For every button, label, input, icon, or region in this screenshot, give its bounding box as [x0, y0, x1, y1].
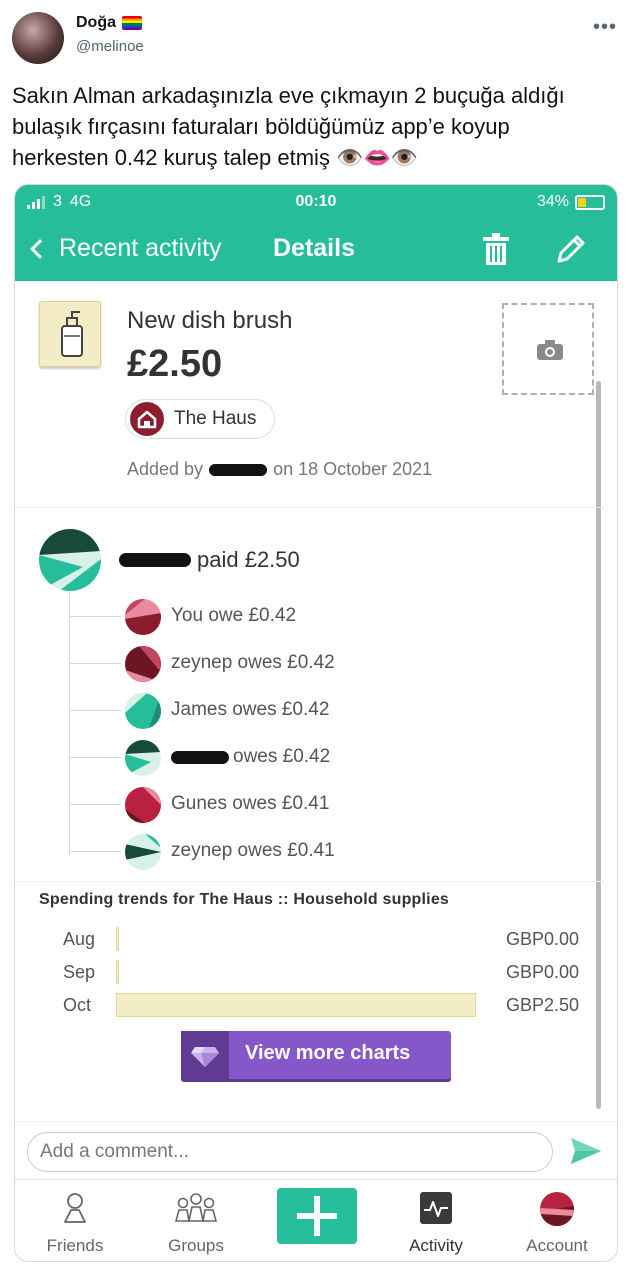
trend-month: Sep [63, 962, 96, 982]
gem-icon [181, 1031, 229, 1079]
user-handle[interactable]: @melinoe [76, 38, 144, 55]
house-icon [130, 402, 164, 436]
page-title: Details [273, 234, 355, 262]
tab-label: Groups [168, 1236, 224, 1255]
tab-label: Friends [46, 1236, 104, 1255]
spending-trends-title: Spending trends for The Haus :: Househol… [39, 891, 450, 908]
person-icon [64, 1193, 86, 1223]
owe-text: zeynep owes £0.41 [171, 840, 335, 861]
payer-avatar[interactable] [39, 529, 101, 591]
category-icon [39, 301, 101, 367]
trend-value: GBP0.00 [505, 962, 579, 982]
payer-line: paid £2.50 [119, 547, 300, 573]
battery-percent: 34% [536, 193, 569, 210]
battery-icon [575, 194, 605, 210]
trend-row: Aug GBP0.00 [39, 925, 579, 953]
more-options-icon[interactable]: ••• [593, 16, 617, 39]
added-by-line: Added by on 18 October 2021 [127, 459, 432, 480]
soap-bottle-icon [61, 311, 83, 357]
group-name: The Haus [174, 408, 257, 429]
divider [15, 507, 605, 508]
group-icon [174, 1193, 218, 1222]
owe-text: owes £0.42 [233, 746, 331, 767]
owe-text: James owes £0.42 [171, 699, 330, 720]
member-avatar [125, 646, 161, 682]
member-avatar [125, 834, 161, 870]
tab-label: Account [526, 1236, 588, 1255]
expense-amount: £2.50 [127, 343, 223, 385]
member-avatar [125, 740, 161, 776]
owe-row[interactable]: owes £0.42 [69, 738, 469, 778]
trend-bar [116, 927, 119, 951]
owe-text: Gunes owes £0.41 [171, 793, 330, 814]
top-nav-bar: Recent activity Details [15, 219, 617, 281]
camera-icon [537, 340, 563, 360]
owe-row[interactable]: You owe £0.42 [69, 597, 469, 637]
group-badge[interactable]: The Haus [125, 399, 275, 439]
trend-value: GBP0.00 [505, 929, 579, 949]
send-icon[interactable] [569, 1136, 603, 1166]
tab-label: Activity [409, 1236, 463, 1255]
user-avatar[interactable] [12, 12, 64, 64]
trend-row: Sep GBP0.00 [39, 958, 579, 986]
clock: 00:10 [295, 193, 337, 210]
tweet-text: Sakın Alman arkadaşınızla eve çıkmayın 2… [12, 83, 565, 170]
trend-value: GBP2.50 [505, 995, 579, 1015]
bottom-tab-bar: Friends Groups Activity Account [15, 1179, 617, 1261]
owe-row[interactable]: Gunes owes £0.41 [69, 785, 469, 825]
trend-bar [116, 960, 119, 984]
display-name-row[interactable]: Doğa [76, 14, 142, 32]
view-more-charts-button[interactable]: View more charts [181, 1031, 451, 1079]
tab-activity[interactable]: Activity [376, 1180, 496, 1261]
rainbow-flag-icon [122, 16, 142, 30]
scrollbar[interactable] [596, 381, 601, 1109]
app-screenshot: 3 4G 00:10 34% Recent activity Details N… [14, 184, 618, 1262]
redacted-name [171, 750, 229, 764]
tab-friends[interactable]: Friends [15, 1180, 135, 1261]
expense-name: New dish brush [127, 307, 293, 334]
chevron-left-icon [30, 238, 50, 259]
account-avatar [540, 1192, 574, 1226]
member-avatar [125, 599, 161, 635]
trend-row: Oct GBP2.50 [39, 991, 579, 1019]
tweet-header: Doğa @melinoe ••• [0, 0, 635, 70]
plus-icon [297, 1196, 337, 1236]
trash-icon[interactable] [483, 233, 509, 265]
status-bar: 3 4G 00:10 34% [15, 185, 617, 219]
redacted-name [209, 463, 268, 476]
activity-icon [420, 1192, 452, 1224]
divider [15, 881, 605, 882]
add-receipt-photo[interactable] [502, 303, 594, 395]
owe-row[interactable]: zeynep owes £0.41 [69, 832, 469, 872]
owe-line: owes £0.42 [171, 746, 330, 768]
comment-bar: Add a comment... [15, 1121, 617, 1179]
edit-icon[interactable] [555, 233, 587, 265]
added-by-label: Added by [127, 459, 204, 479]
tab-account[interactable]: Account [497, 1180, 617, 1261]
redacted-name [119, 553, 191, 567]
added-date: on 18 October 2021 [273, 459, 433, 479]
payer-text: paid £2.50 [197, 547, 300, 572]
owe-text: zeynep owes £0.42 [171, 652, 335, 673]
view-more-charts-label: View more charts [245, 1042, 411, 1064]
owe-text: You owe £0.42 [171, 605, 297, 626]
trend-month: Aug [63, 929, 96, 949]
back-button[interactable]: Recent activity [30, 234, 222, 263]
owe-row[interactable]: James owes £0.42 [69, 691, 469, 731]
back-label: Recent activity [59, 234, 222, 262]
tab-groups[interactable]: Groups [136, 1180, 256, 1261]
member-avatar [125, 693, 161, 729]
expense-details: New dish brush £2.50 The Haus Added by o… [15, 281, 605, 1121]
add-expense-button[interactable] [277, 1188, 357, 1244]
trend-month: Oct [63, 995, 92, 1015]
owe-row[interactable]: zeynep owes £0.42 [69, 644, 469, 684]
comment-input[interactable]: Add a comment... [27, 1132, 553, 1172]
trend-bar [116, 993, 476, 1017]
display-name[interactable]: Doğa [76, 14, 116, 32]
member-avatar [125, 787, 161, 823]
